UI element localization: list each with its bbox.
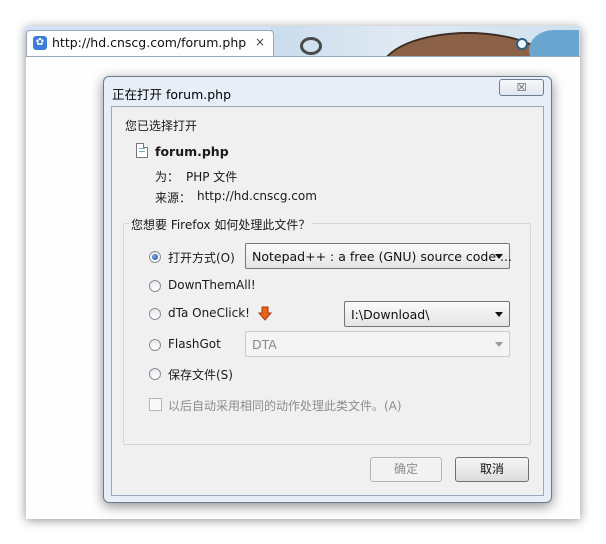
open-with-radio[interactable] (149, 251, 161, 263)
downthemall-radio[interactable] (149, 280, 161, 292)
artwork-fin (529, 30, 579, 56)
chevron-down-icon (495, 312, 503, 317)
flashgot-select: DTA (245, 331, 510, 357)
download-folder-value: I:\Download\ (351, 307, 430, 322)
intro-text: 您已选择打开 (125, 119, 198, 133)
type-value: PHP 文件 (186, 170, 238, 184)
source-label: 来源： (155, 191, 192, 205)
downthemall-label[interactable]: DownThemAll! (168, 278, 256, 292)
dialog-title: 正在打开 forum.php (112, 87, 232, 102)
file-icon (136, 143, 148, 158)
tab-title: http://hd.cnscg.com/forum.php (52, 35, 247, 50)
action-question: 您想要 Firefox 如何处理此文件？ (129, 216, 313, 233)
dta-oneclick-label[interactable]: dTa OneClick! (168, 306, 250, 320)
save-file-radio[interactable] (149, 368, 161, 380)
download-folder-select[interactable]: I:\Download\ (344, 301, 510, 327)
cancel-button[interactable]: 取消 (455, 457, 529, 482)
artwork-dot (516, 38, 528, 50)
chevron-down-icon (495, 254, 503, 259)
flashgot-select-value: DTA (252, 337, 277, 352)
dta-oneclick-radio[interactable] (149, 308, 161, 320)
ok-button: 确定 (370, 457, 442, 482)
source-value: http://hd.cnscg.com (197, 189, 317, 203)
close-icon: ☒ (516, 81, 527, 94)
artwork-ring (300, 37, 322, 55)
tab-strip: ✿ http://hd.cnscg.com/forum.php × (26, 26, 580, 56)
save-file-label[interactable]: 保存文件(S) (168, 366, 233, 383)
file-name: forum.php (155, 144, 229, 159)
browser-tab[interactable]: ✿ http://hd.cnscg.com/forum.php × (26, 30, 274, 56)
flashgot-radio[interactable] (149, 339, 161, 351)
remember-choice-checkbox (149, 398, 162, 411)
chevron-down-icon (495, 342, 503, 347)
tab-close-icon[interactable]: × (255, 35, 265, 49)
application-select[interactable]: Notepad++ : a free (GNU) source code ... (245, 243, 512, 269)
type-label: 为： (155, 170, 180, 184)
site-favicon-icon: ✿ (33, 36, 47, 50)
dialog-close-button[interactable]: ☒ (499, 79, 544, 96)
background-artwork (271, 26, 580, 56)
application-select-value: Notepad++ : a free (GNU) source code ... (252, 249, 512, 264)
remember-choice-label: 以后自动采用相同的动作处理此类文件。(A) (168, 399, 402, 413)
dta-download-icon (258, 306, 272, 321)
open-with-label[interactable]: 打开方式(O) (168, 249, 235, 266)
flashgot-label[interactable]: FlashGot (168, 337, 221, 351)
